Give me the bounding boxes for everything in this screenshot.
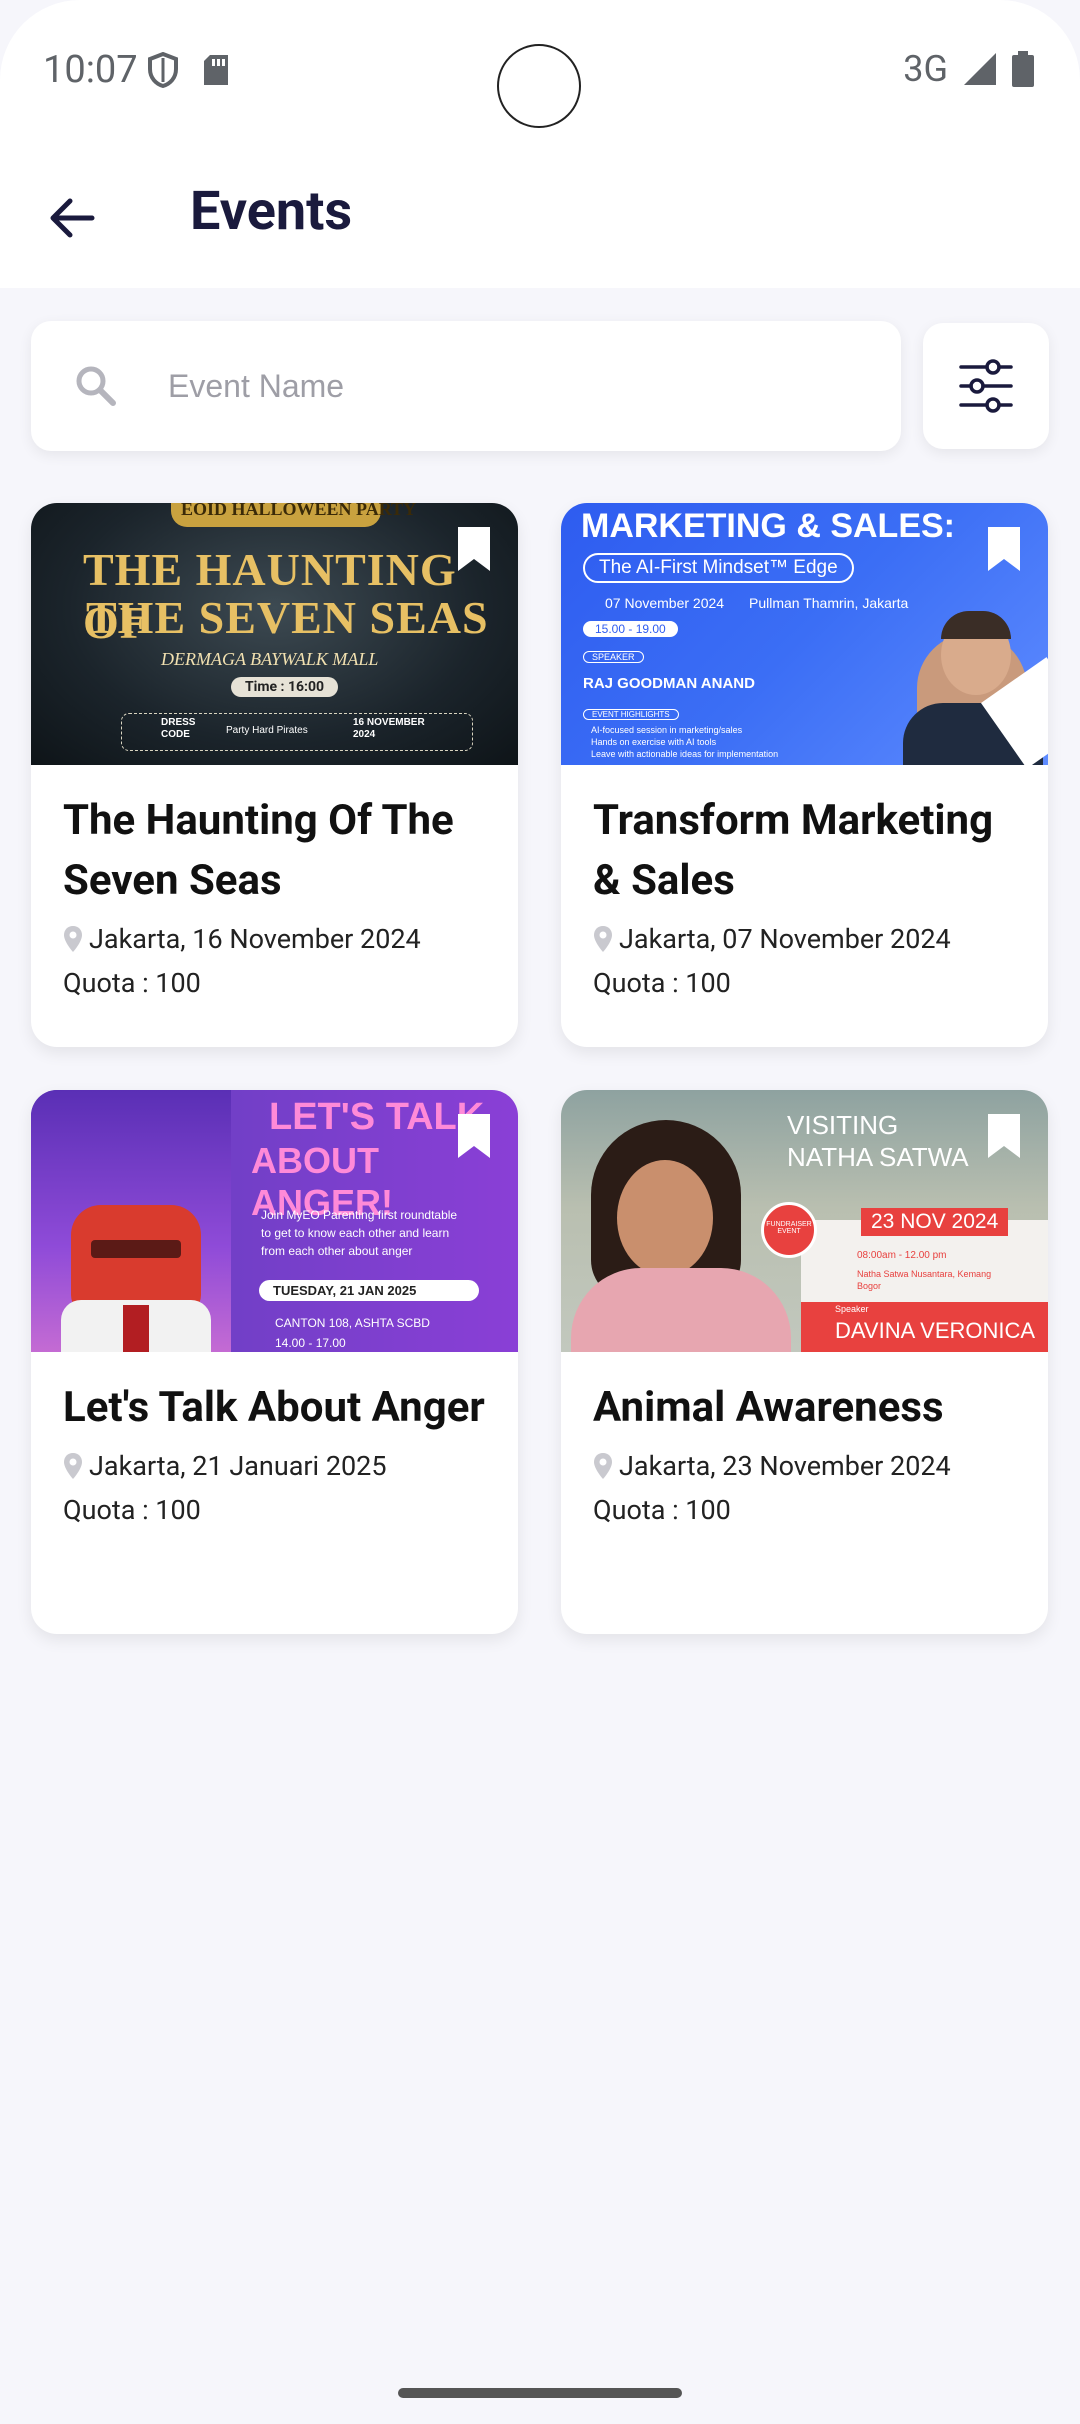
location-pin-icon — [64, 926, 82, 952]
location-pin-icon — [594, 926, 612, 952]
event-poster: LET'S TALK ABOUT ANGER! Join MyEO Parent… — [31, 1090, 518, 1352]
poster-speaker-tag: SPEAKER — [583, 651, 644, 663]
event-quota: Quota : 100 — [593, 967, 731, 999]
bookmark-icon[interactable] — [456, 525, 492, 573]
signal-icon — [964, 53, 996, 85]
poster-line-1: Join MyEO Parenting first roundtable — [261, 1208, 458, 1222]
poster-headline-2: THE SEVEN SEAS — [86, 592, 489, 643]
event-quota: Quota : 100 — [593, 1494, 731, 1526]
poster-time: Time : 16:00 — [231, 677, 339, 697]
poster-date: 23 NOV 2024 — [861, 1208, 1009, 1236]
poster-headline: MARKETING & SALES: — [581, 507, 955, 545]
network-label: 3G — [903, 48, 948, 90]
event-poster: MARKETING & SALES: The AI-First Mindset™… — [561, 503, 1048, 765]
poster-headline-1: VISITING — [787, 1110, 899, 1140]
poster-sub: The AI-First Mindset™ Edge — [583, 553, 854, 583]
event-card[interactable]: LET'S TALK ABOUT ANGER! Join MyEO Parent… — [31, 1090, 518, 1634]
status-time: 10:07 — [43, 48, 138, 92]
event-title: Let's Talk About Anger — [63, 1383, 485, 1432]
search-icon — [76, 366, 116, 406]
filter-button[interactable] — [923, 323, 1049, 449]
poster-bullet: Leave with actionable ideas for implemen… — [591, 749, 779, 759]
poster-time: 15.00 - 19.00 — [583, 621, 678, 637]
shield-icon — [148, 52, 178, 88]
camera-cutout — [497, 44, 581, 128]
poster-headline-2: NATHA SATWA — [787, 1142, 969, 1172]
poster-top: EOID HALLOWEEN PARTY — [181, 503, 417, 519]
home-indicator[interactable] — [398, 2388, 682, 2398]
location-pin-icon — [594, 1453, 612, 1479]
event-poster: VISITING NATHA SATWA FUNDRAISER EVENT 23… — [561, 1090, 1048, 1352]
search-input[interactable] — [168, 353, 868, 419]
poster-venue: DERMAGA BAYWALK MALL — [161, 649, 379, 669]
poster-highlights-tag: EVENT HIGHLIGHTS — [583, 709, 679, 720]
poster-speaker-label: Speaker — [835, 1304, 869, 1314]
event-location-date-row: Jakarta, 21 Januari 2025 — [63, 1450, 486, 1482]
poster-date: 07 November 2024 — [605, 595, 725, 611]
status-icons-right: 3G — [903, 48, 1034, 90]
poster-badge: FUNDRAISER EVENT — [761, 1202, 817, 1258]
bookmark-icon[interactable] — [986, 1112, 1022, 1160]
event-location-date: Jakarta, 16 November 2024 — [89, 923, 421, 955]
event-title: Animal Awareness — [593, 1383, 944, 1432]
event-card[interactable]: EOID HALLOWEEN PARTY THE HAUNTING OF THE… — [31, 503, 518, 1047]
sliders-icon — [959, 359, 1013, 413]
event-poster: EOID HALLOWEEN PARTY THE HAUNTING OF THE… — [31, 503, 518, 765]
status-icons-left — [148, 52, 230, 88]
poster-venue: Natha Satwa Nusantara, Kemang Bogor — [857, 1269, 992, 1291]
event-quota: Quota : 100 — [63, 967, 201, 999]
event-quota: Quota : 100 — [63, 1494, 201, 1526]
poster-headline-1: LET'S TALK — [269, 1096, 485, 1138]
event-card[interactable]: MARKETING & SALES: The AI-First Mindset™… — [561, 503, 1048, 1047]
poster-dress-value: Party Hard Pirates — [226, 725, 308, 736]
battery-icon — [1012, 51, 1034, 87]
event-title: Transform Marketing & Sales — [593, 796, 994, 905]
event-location-date: Jakarta, 21 Januari 2025 — [89, 1450, 387, 1482]
app-bar: Events — [0, 140, 1080, 288]
page-title: Events — [190, 180, 353, 243]
search-bar[interactable] — [31, 321, 901, 451]
poster-line-3: from each other about anger — [261, 1244, 413, 1258]
event-card[interactable]: VISITING NATHA SATWA FUNDRAISER EVENT 23… — [561, 1090, 1048, 1634]
poster-time: 08:00am - 12.00 pm — [857, 1250, 947, 1261]
poster-speaker: RAJ GOODMAN ANAND — [583, 675, 755, 692]
event-location-date-row: Jakarta, 23 November 2024 — [593, 1450, 1016, 1482]
location-pin-icon — [64, 1453, 82, 1479]
event-title: The Haunting Of The Seven Seas — [63, 796, 454, 905]
poster-venue: CANTON 108, ASHTA SCBD — [275, 1316, 430, 1330]
event-location-date: Jakarta, 23 November 2024 — [619, 1450, 951, 1482]
poster-bullet: AI-focused session in marketing/sales — [591, 725, 743, 735]
poster-dress-label: DRESS CODE — [161, 717, 196, 740]
sd-card-icon — [204, 55, 228, 85]
event-location-date-row: Jakarta, 07 November 2024 — [593, 923, 1016, 955]
poster-bullet: Hands on exercise with AI tools — [591, 737, 717, 747]
poster-date: 16 NOVEMBER 2024 — [353, 717, 425, 740]
arrow-back-icon[interactable] — [42, 188, 102, 248]
bookmark-icon[interactable] — [456, 1112, 492, 1160]
event-location-date-row: Jakarta, 16 November 2024 — [63, 923, 486, 955]
poster-line-2: to get to know each other and learn — [261, 1226, 450, 1240]
status-bar: 10:07 3G — [0, 0, 1080, 140]
screen: 10:07 3G Events Event Name EOID HALLOWEE… — [0, 0, 1080, 2424]
poster-venue: Pullman Thamrin, Jakarta — [749, 595, 909, 611]
poster-speaker: DAVINA VERONICA — [835, 1318, 1036, 1343]
event-location-date: Jakarta, 07 November 2024 — [619, 923, 951, 955]
poster-time: 14.00 - 17.00 — [275, 1336, 346, 1350]
poster-date: TUESDAY, 21 JAN 2025 — [259, 1280, 479, 1301]
bookmark-icon[interactable] — [986, 525, 1022, 573]
